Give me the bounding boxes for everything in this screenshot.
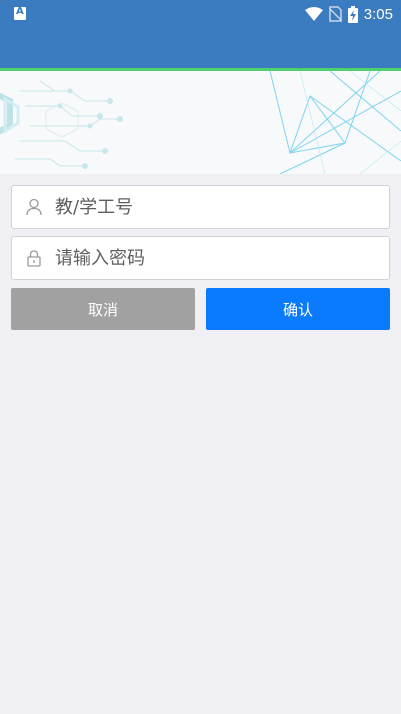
battery-charging-icon xyxy=(347,5,358,23)
status-icons: 3:05 xyxy=(304,4,393,24)
user-icon xyxy=(25,198,43,216)
circuit-decoration xyxy=(0,71,401,174)
app-header xyxy=(0,28,401,68)
password-field[interactable] xyxy=(11,236,390,280)
banner-image xyxy=(0,71,401,174)
username-input[interactable] xyxy=(55,192,375,222)
status-bar: 3:05 xyxy=(0,0,401,28)
cancel-button[interactable]: 取消 xyxy=(11,288,195,330)
no-sim-icon xyxy=(328,6,342,22)
lock-icon xyxy=(25,249,43,267)
username-field[interactable] xyxy=(11,185,390,229)
password-input[interactable] xyxy=(55,243,375,273)
status-time: 3:05 xyxy=(363,5,393,23)
app-a-icon xyxy=(14,6,26,20)
wifi-icon xyxy=(304,7,323,21)
confirm-button[interactable]: 确认 xyxy=(206,288,390,330)
